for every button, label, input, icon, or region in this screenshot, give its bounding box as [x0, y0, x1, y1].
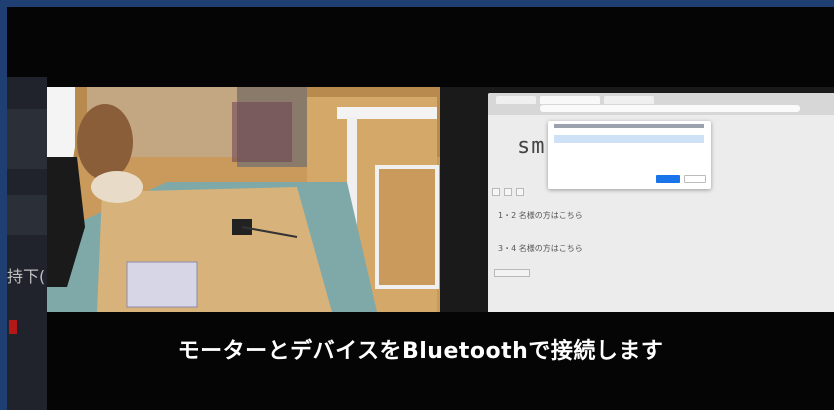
- browser-window: sm 1・2 名様の方はこちら 3・4 名様の方はこちら: [488, 93, 834, 312]
- subtitle-caption: モーターとデバイスをBluetoothで接続します: [177, 339, 664, 364]
- address-bar[interactable]: [540, 105, 800, 112]
- page-menu-bar: [488, 181, 834, 196]
- video-frame: 持下(sm 1・2 名様の方はこちら 3・4 名様の方はこちら モーターとデバ…: [7, 7, 834, 410]
- background-window-text: 持下(: [7, 267, 46, 286]
- bluetooth-pairing-dialog: [548, 121, 711, 189]
- site-logo: sm: [517, 134, 546, 159]
- link-1-2-people[interactable]: 1・2 名様の方はこちら: [498, 210, 583, 221]
- device-list-item[interactable]: [554, 135, 704, 143]
- page-small-button[interactable]: [494, 269, 530, 277]
- browser-toolbar: [488, 93, 834, 115]
- link-3-4-people[interactable]: 3・4 名様の方はこちら: [498, 243, 583, 254]
- room-camera-view: [47, 87, 440, 312]
- browser-camera-view: sm 1・2 名様の方はこちら 3・4 名様の方はこちら: [440, 87, 834, 312]
- background-red-mark: [9, 320, 17, 334]
